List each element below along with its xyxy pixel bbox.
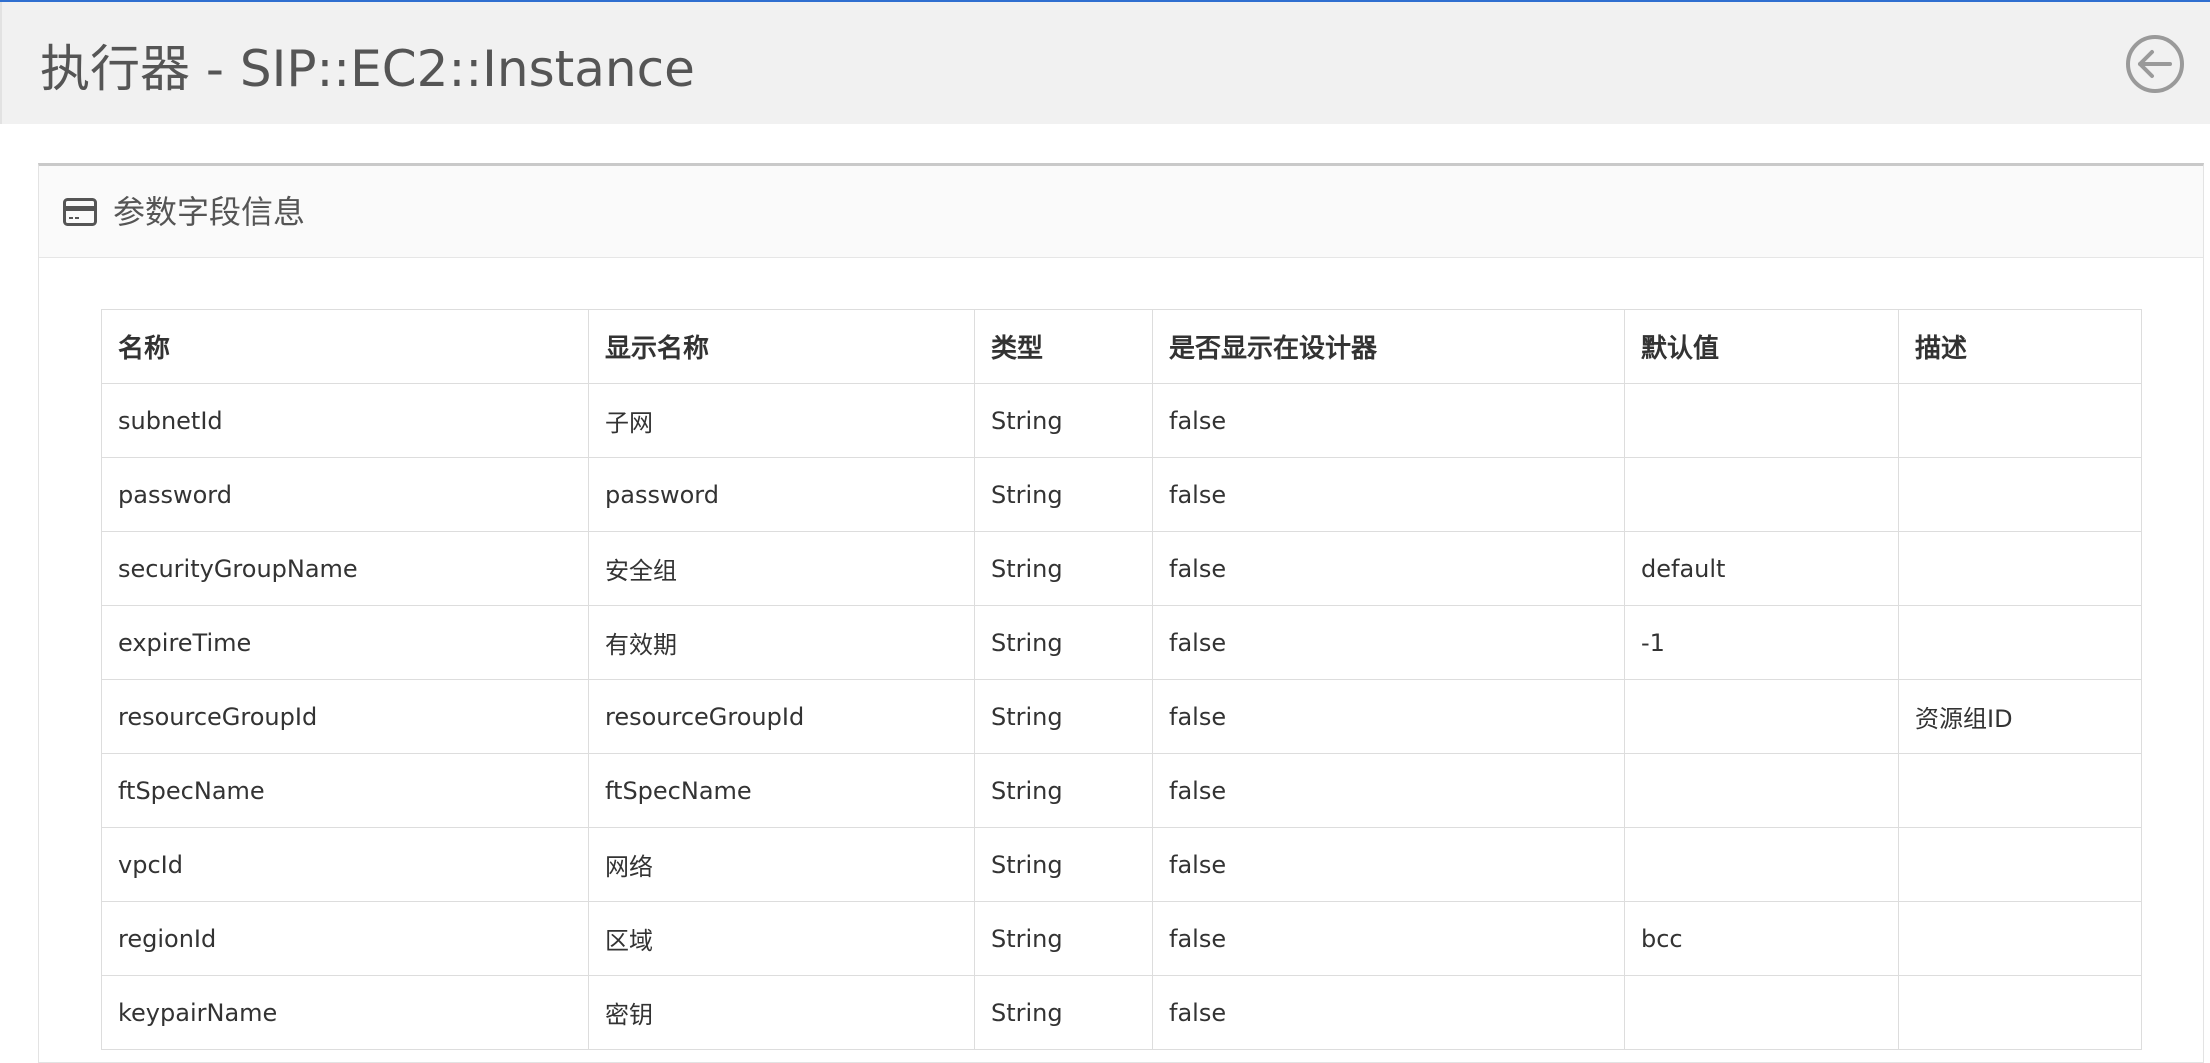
cell-type: String [974, 975, 1153, 1050]
cell-description [1898, 827, 2142, 902]
cell-name: vpcId [101, 827, 589, 902]
cell-name: password [101, 457, 589, 532]
column-header-name: 名称 [101, 309, 589, 384]
cell-name: regionId [101, 901, 589, 976]
cell-default-value: -1 [1624, 605, 1899, 680]
table-row: ftSpecName ftSpecName String false [101, 753, 2142, 828]
cell-show-in-designer: false [1152, 827, 1625, 902]
table-row: resourceGroupId resourceGroupId String f… [101, 679, 2142, 754]
table-row: vpcId 网络 String false [101, 827, 2142, 902]
cell-show-in-designer: false [1152, 975, 1625, 1050]
cell-show-in-designer: false [1152, 531, 1625, 606]
page-header: 执行器 - SIP::EC2::Instance [0, 2, 2210, 124]
cell-type: String [974, 605, 1153, 680]
cell-description [1898, 531, 2142, 606]
table-header-row: 名称 显示名称 类型 是否显示在设计器 默认值 描述 [101, 309, 2142, 384]
cell-type: String [974, 679, 1153, 754]
cell-default-value [1624, 753, 1899, 828]
cell-description [1898, 975, 2142, 1050]
cell-display-name: 安全组 [588, 531, 975, 606]
column-header-show-in-designer: 是否显示在设计器 [1152, 309, 1625, 384]
back-button[interactable] [2125, 34, 2185, 94]
cell-description [1898, 383, 2142, 458]
table-row: expireTime 有效期 String false -1 [101, 605, 2142, 680]
cell-type: String [974, 753, 1153, 828]
cell-type: String [974, 531, 1153, 606]
cell-default-value [1624, 679, 1899, 754]
cell-show-in-designer: false [1152, 457, 1625, 532]
cell-display-name: ftSpecName [588, 753, 975, 828]
table-row: password password String false [101, 457, 2142, 532]
cell-default-value [1624, 383, 1899, 458]
cell-name: resourceGroupId [101, 679, 589, 754]
cell-default-value: default [1624, 531, 1899, 606]
credit-card-icon [63, 198, 97, 226]
cell-show-in-designer: false [1152, 679, 1625, 754]
parameter-table: 名称 显示名称 类型 是否显示在设计器 默认值 描述 subnetId 子网 S… [101, 309, 2142, 1050]
panel-title: 参数字段信息 [113, 193, 306, 231]
cell-description: 资源组ID [1898, 679, 2142, 754]
table-row: securityGroupName 安全组 String false defau… [101, 531, 2142, 606]
table-row: keypairName 密钥 String false [101, 975, 2142, 1050]
cell-display-name: 密钥 [588, 975, 975, 1050]
cell-display-name: 子网 [588, 383, 975, 458]
cell-name: expireTime [101, 605, 589, 680]
cell-show-in-designer: false [1152, 753, 1625, 828]
page-title: 执行器 - SIP::EC2::Instance [40, 40, 695, 98]
column-header-default-value: 默认值 [1624, 309, 1899, 384]
cell-display-name: 区域 [588, 901, 975, 976]
cell-name: subnetId [101, 383, 589, 458]
cell-show-in-designer: false [1152, 605, 1625, 680]
parameter-panel: 参数字段信息 名称 显示名称 类型 是否显示在设计器 默认值 描述 subnet… [38, 163, 2204, 1063]
column-header-description: 描述 [1898, 309, 2142, 384]
cell-default-value [1624, 457, 1899, 532]
cell-type: String [974, 383, 1153, 458]
cell-display-name: 网络 [588, 827, 975, 902]
cell-show-in-designer: false [1152, 383, 1625, 458]
cell-description [1898, 605, 2142, 680]
cell-description [1898, 753, 2142, 828]
arrow-circle-left-icon [2125, 34, 2185, 94]
panel-header: 参数字段信息 [39, 166, 2203, 258]
cell-description [1898, 457, 2142, 532]
cell-default-value: bcc [1624, 901, 1899, 976]
table-row: regionId 区域 String false bcc [101, 901, 2142, 976]
column-header-display-name: 显示名称 [588, 309, 975, 384]
cell-name: ftSpecName [101, 753, 589, 828]
cell-description [1898, 901, 2142, 976]
column-header-type: 类型 [974, 309, 1153, 384]
cell-type: String [974, 827, 1153, 902]
cell-type: String [974, 901, 1153, 976]
cell-default-value [1624, 975, 1899, 1050]
cell-default-value [1624, 827, 1899, 902]
cell-show-in-designer: false [1152, 901, 1625, 976]
cell-display-name: 有效期 [588, 605, 975, 680]
cell-name: securityGroupName [101, 531, 589, 606]
table-row: subnetId 子网 String false [101, 383, 2142, 458]
cell-name: keypairName [101, 975, 589, 1050]
cell-display-name: resourceGroupId [588, 679, 975, 754]
cell-type: String [974, 457, 1153, 532]
cell-display-name: password [588, 457, 975, 532]
